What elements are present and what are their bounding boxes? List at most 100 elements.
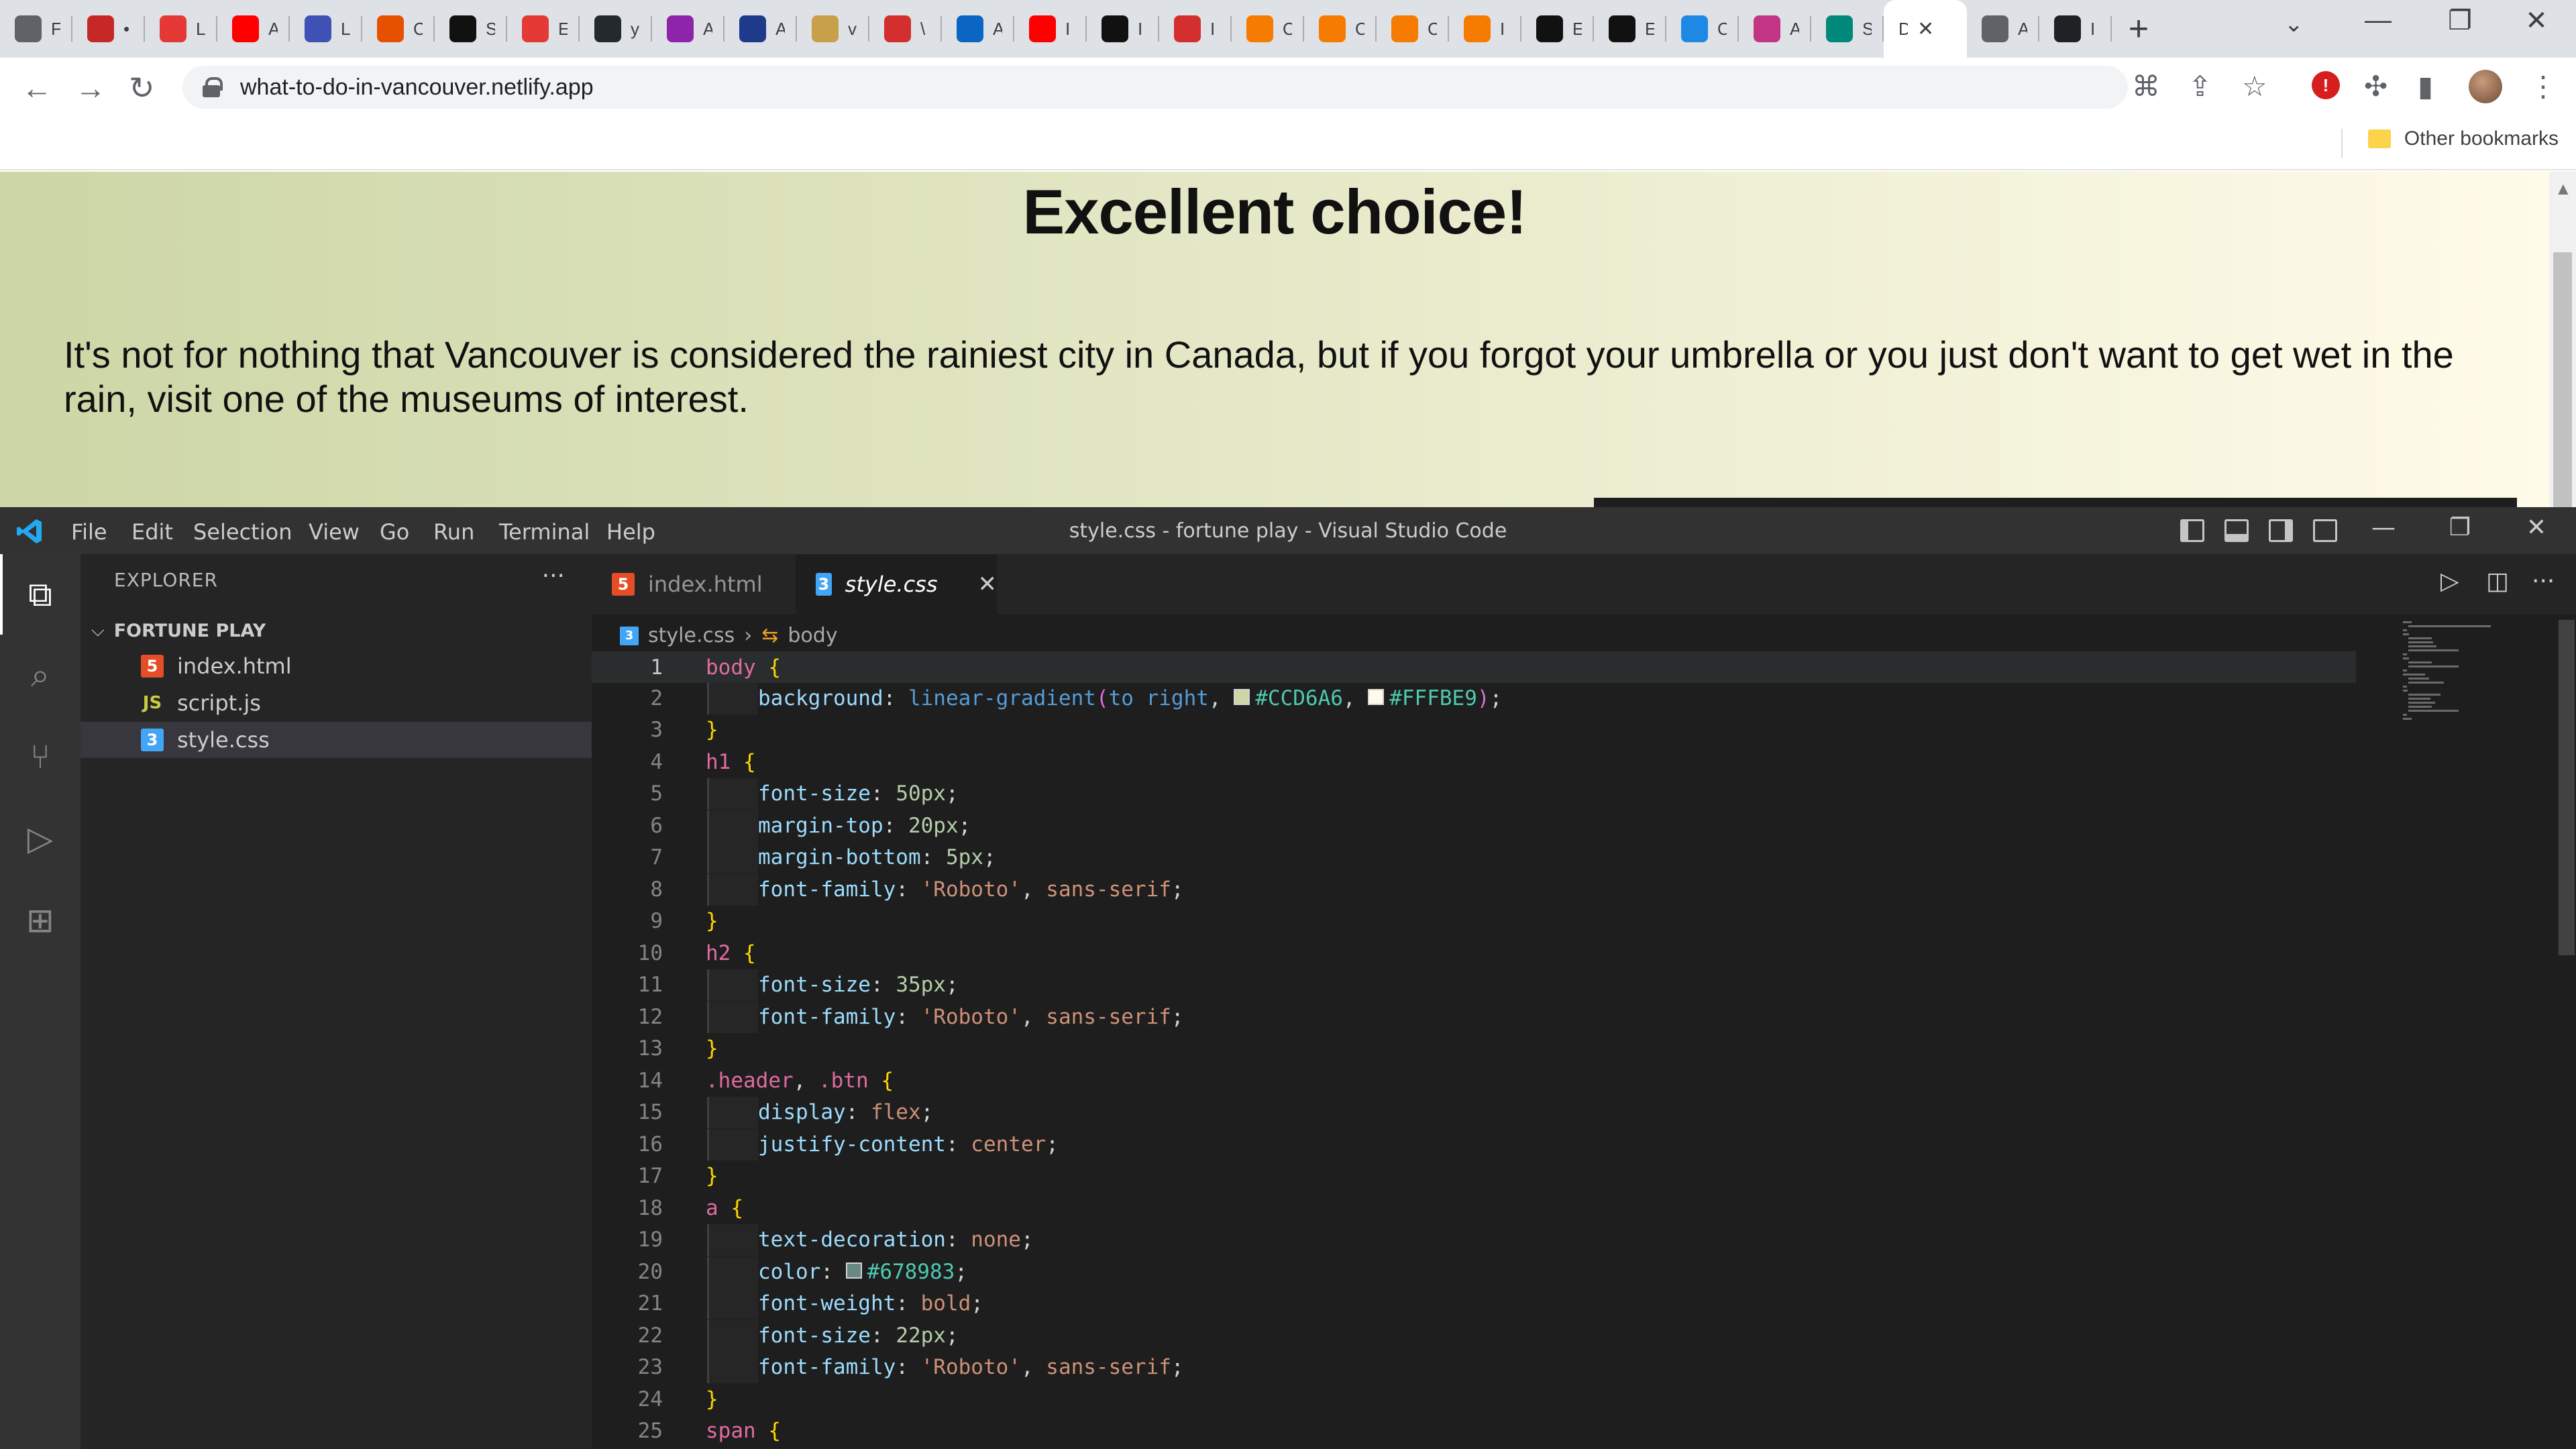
tab-style-css[interactable]: 3 style.css ✕ <box>796 554 997 614</box>
code-line[interactable]: 21 font-weight: bold; <box>592 1288 2356 1320</box>
translate-icon[interactable]: ⌘ <box>2132 70 2160 103</box>
browser-tab[interactable]: S <box>1811 0 1884 58</box>
share-icon[interactable]: ⇪ <box>2188 70 2212 103</box>
browser-tab[interactable]: F <box>0 0 72 58</box>
browser-tab[interactable]: A <box>724 0 797 58</box>
chevron-down-icon[interactable]: ⌵ <box>91 621 105 641</box>
toggle-panel-icon[interactable] <box>2224 519 2249 542</box>
close-tab-icon[interactable]: ✕ <box>1917 17 1934 41</box>
code-line[interactable]: 8 font-family: 'Roboto', sans-serif; <box>592 873 2356 906</box>
editor-more-actions-icon[interactable]: ··· <box>2532 568 2555 595</box>
browser-tab[interactable]: I <box>1449 0 1521 58</box>
editor-scrollbar[interactable] <box>2557 614 2576 1449</box>
browser-tab[interactable]: E <box>507 0 580 58</box>
menu-item[interactable]: File <box>71 519 107 545</box>
browser-tab[interactable]: A <box>217 0 290 58</box>
code-line[interactable]: 25 span { <box>592 1415 2356 1448</box>
profile-avatar[interactable] <box>2469 70 2502 103</box>
browser-tab[interactable]: S <box>435 0 507 58</box>
toggle-primary-sidebar-icon[interactable] <box>2180 519 2204 542</box>
browser-tab[interactable]: I <box>1014 0 1087 58</box>
code-line[interactable]: 10 h2 { <box>592 938 2356 970</box>
search-icon[interactable]: ⌕ <box>20 655 60 695</box>
file-tree-item[interactable]: 5 index.html <box>80 648 592 684</box>
close-tab-icon[interactable]: ✕ <box>978 571 998 598</box>
source-control-icon[interactable]: ⑂ <box>20 737 60 777</box>
browser-tab[interactable]: L <box>290 0 362 58</box>
browser-tab[interactable]: y <box>580 0 652 58</box>
minimap[interactable] <box>2396 614 2557 950</box>
chrome-menu-icon[interactable]: ⋮ <box>2529 70 2557 103</box>
code-line[interactable]: 18 a { <box>592 1193 2356 1225</box>
browser-minimize-icon[interactable]: — <box>2341 5 2415 36</box>
code-line[interactable]: 22 font-size: 22px; <box>592 1320 2356 1352</box>
code-line[interactable]: 14 .header, .btn { <box>592 1065 2356 1097</box>
menu-item[interactable]: Go <box>380 519 409 545</box>
browser-tab[interactable]: A <box>652 0 724 58</box>
browser-tab[interactable]: C <box>1232 0 1304 58</box>
code-line[interactable]: 11 font-size: 35px; <box>592 969 2356 1002</box>
browser-tab[interactable]: • <box>72 0 145 58</box>
reload-icon[interactable]: ↻ <box>129 70 155 106</box>
code-line[interactable]: 1 body { <box>592 651 2356 683</box>
browser-tab[interactable]: D ✕ <box>1884 0 1967 58</box>
extensions-puzzle-icon[interactable]: ✣ <box>2364 70 2387 103</box>
more-actions-icon[interactable]: ··· <box>542 562 565 590</box>
browser-tab[interactable]: C <box>1304 0 1377 58</box>
code-line[interactable]: 6 margin-top: 20px; <box>592 810 2356 843</box>
run-file-icon[interactable]: ▷ <box>2440 568 2459 595</box>
tab-search-chevron-icon[interactable]: ⌄ <box>2284 11 2304 38</box>
code-line[interactable]: 12 font-family: 'Roboto', sans-serif; <box>592 1001 2356 1034</box>
workspace-folder[interactable]: ⌵ FORTUNE PLAY <box>80 614 592 647</box>
code-line[interactable]: 24} <box>592 1384 2356 1416</box>
split-editor-icon[interactable]: ◫ <box>2486 568 2509 595</box>
page-scrollbar-thumb[interactable] <box>2553 252 2572 507</box>
menu-item[interactable]: Terminal <box>499 519 590 545</box>
address-bar[interactable]: what-to-do-in-vancouver.netlify.app <box>182 66 2128 109</box>
code-line[interactable]: 9} <box>592 906 2356 938</box>
breadcrumb-file[interactable]: style.css <box>648 624 735 647</box>
menu-item[interactable]: Run <box>433 519 474 545</box>
code-line[interactable]: 7 margin-bottom: 5px; <box>592 842 2356 874</box>
browser-tab[interactable]: I <box>1087 0 1159 58</box>
file-tree-item[interactable]: 3 style.css <box>80 722 592 758</box>
menu-item[interactable]: Selection <box>193 519 292 545</box>
menu-item[interactable]: Edit <box>131 519 173 545</box>
browser-tab[interactable]: E <box>1521 0 1594 58</box>
code-line[interactable]: 4 h1 { <box>592 747 2356 779</box>
lock-icon[interactable] <box>203 77 223 97</box>
forward-icon[interactable]: → <box>75 70 106 106</box>
file-tree-item[interactable]: JS script.js <box>80 685 592 721</box>
browser-tab[interactable]: I <box>2039 0 2112 58</box>
browser-tab[interactable]: I <box>1159 0 1232 58</box>
browser-close-icon[interactable]: ✕ <box>2500 5 2573 36</box>
extensions-icon[interactable]: ⊞ <box>20 900 60 941</box>
editor-scrollbar-thumb[interactable] <box>2559 620 2575 955</box>
breadcrumb-symbol[interactable]: body <box>788 624 837 647</box>
vscode-restore-icon[interactable]: ❐ <box>2423 514 2497 541</box>
vscode-minimize-icon[interactable]: — <box>2347 514 2420 541</box>
side-panel-icon[interactable]: ▮ <box>2418 70 2433 103</box>
browser-tab[interactable]: C <box>362 0 435 58</box>
code-line[interactable]: 20 color: #678983; <box>592 1256 2356 1289</box>
menu-item[interactable]: Help <box>606 519 655 545</box>
browser-tab[interactable]: C <box>1666 0 1739 58</box>
customize-layout-icon[interactable] <box>2313 519 2337 542</box>
scroll-up-arrow-icon[interactable]: ▲ <box>2555 178 2572 199</box>
code-line[interactable]: 16 justify-content: center; <box>592 1128 2356 1161</box>
explorer-files-icon[interactable]: ⧉ <box>20 574 60 614</box>
menu-item[interactable]: View <box>309 519 360 545</box>
code-line[interactable]: 2 background: linear-gradient(to right, #… <box>592 682 2356 715</box>
code-line[interactable]: 3} <box>592 714 2356 747</box>
bookmark-star-icon[interactable]: ☆ <box>2242 70 2267 103</box>
browser-tab[interactable]: A <box>1967 0 2039 58</box>
new-tab-icon[interactable]: + <box>2112 9 2165 49</box>
code-line[interactable]: 15 display: flex; <box>592 1097 2356 1129</box>
toggle-secondary-sidebar-icon[interactable] <box>2269 519 2293 542</box>
browser-tab[interactable]: A <box>942 0 1014 58</box>
browser-restore-icon[interactable]: ❐ <box>2423 5 2497 36</box>
browser-tab[interactable]: C <box>1377 0 1449 58</box>
code-line[interactable]: 13} <box>592 1033 2356 1065</box>
adblock-extension-icon[interactable]: ! <box>2312 71 2340 99</box>
code-line[interactable]: 5 font-size: 50px; <box>592 778 2356 810</box>
